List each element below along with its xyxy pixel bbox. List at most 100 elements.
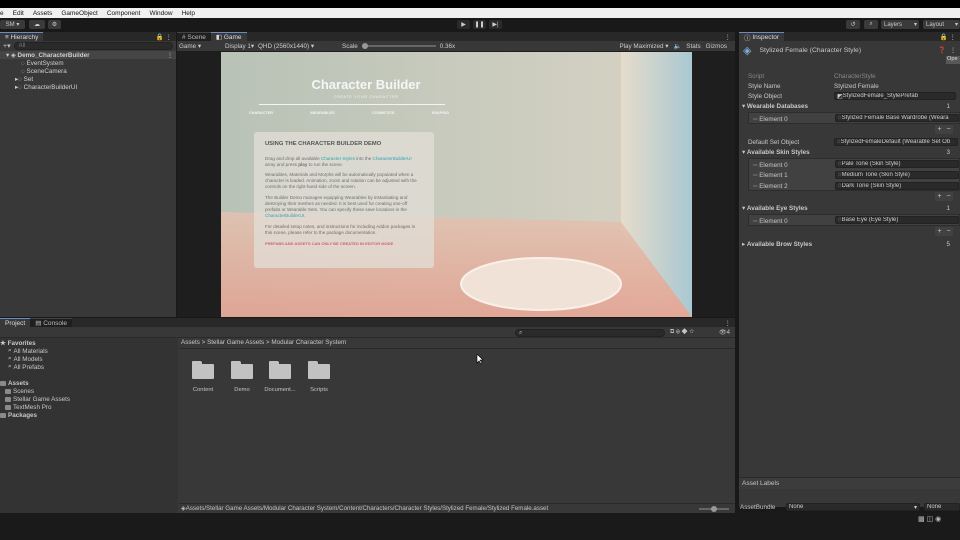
asset-bundle-variant-dropdown[interactable]: None	[924, 503, 960, 511]
wearable-db-element-field[interactable]: ◌ Stylized Female Base Wardrobe (Weara	[835, 114, 959, 122]
hierarchy-item-characterbuilderui[interactable]: ▸◌ CharacterBuilderUI	[0, 83, 176, 91]
assets-item[interactable]: Stellar Game Assets	[5, 395, 70, 403]
account-dropdown[interactable]: SM ▾	[0, 20, 25, 29]
wearable-db-row[interactable]: ▾ Wearable Databases 1	[739, 101, 960, 111]
settings-icon[interactable]: ⋮	[950, 47, 956, 54]
menu-edit[interactable]: Edit	[13, 10, 24, 17]
style-object-field[interactable]: ◩ StylizedFemale_StylePrefab	[834, 92, 956, 100]
add-element-button[interactable]: +	[937, 193, 941, 200]
tab-scene[interactable]: # Scene	[177, 32, 211, 41]
skin-styles-row[interactable]: ▾ Available Skin Styles 3	[739, 147, 960, 157]
brow-styles-count[interactable]: 5	[946, 241, 950, 248]
breadcrumb-item[interactable]: Assets	[181, 339, 200, 346]
game-mode-dropdown[interactable]: Game ▾	[177, 43, 223, 50]
favorite-item[interactable]: ⌕ All Prefabs	[8, 363, 44, 371]
favorite-item[interactable]: ⌕ All Models	[8, 355, 43, 363]
favorite-item[interactable]: ⌕ All Materials	[8, 347, 48, 355]
gizmos-button[interactable]: Gizmos	[706, 43, 727, 50]
skin-element-field[interactable]: ◌ Medium Tone (Skin Style)	[835, 171, 959, 179]
stats-button[interactable]: Stats	[686, 43, 700, 50]
eye-styles-row[interactable]: ▾ Available Eye Styles 1	[739, 203, 960, 213]
default-set-field[interactable]: ◌ StylizedFemaleDefault (Wearable Set Ob	[834, 138, 958, 146]
step-button[interactable]: ▶|	[489, 20, 502, 29]
pause-button[interactable]: ❚❚	[473, 20, 486, 29]
nav-character[interactable]: CHARACTER	[249, 111, 273, 115]
remove-element-button[interactable]: −	[946, 126, 950, 133]
panel-menu-icon[interactable]: 🔒 ⋮	[156, 33, 176, 41]
play-maximized-dropdown[interactable]: Play Maximized ▾	[619, 43, 668, 50]
wearable-db-count[interactable]: 1	[946, 103, 950, 110]
menu-file[interactable]: e	[0, 10, 4, 17]
add-icon[interactable]: +▾	[3, 42, 11, 50]
skin-element-field[interactable]: ◌ Dark Tone (Skin Style)	[835, 182, 959, 190]
add-element-button[interactable]: +	[937, 228, 941, 235]
menu-gameobject[interactable]: GameObject	[61, 10, 98, 17]
scale-slider[interactable]	[361, 43, 436, 49]
assets-item[interactable]: TextMesh Pro	[5, 403, 52, 411]
packages-header[interactable]: Packages	[0, 411, 37, 419]
open-button[interactable]: Ope	[946, 56, 960, 64]
tab-project[interactable]: Project	[0, 318, 31, 327]
nav-wearables[interactable]: WEARABLES	[310, 111, 334, 115]
tab-hierarchy[interactable]: ≡ Hierarchy	[0, 32, 44, 41]
folder-documentation[interactable]	[269, 361, 291, 379]
panel-menu-icon[interactable]: ⋮	[725, 319, 736, 327]
icon-size-slider[interactable]	[699, 506, 729, 512]
breadcrumb-item[interactable]: Modular Character System	[271, 339, 346, 346]
layers-dropdown[interactable]: Layers ▾	[881, 20, 919, 29]
search-button[interactable]: ⌕	[864, 20, 878, 29]
panel-menu-icon[interactable]: 🔒 ⋮	[940, 33, 960, 41]
project-search-input[interactable]: ⌕	[515, 329, 665, 337]
history-button[interactable]: ↺	[846, 20, 860, 29]
tab-game[interactable]: ◧ Game	[210, 32, 247, 41]
menu-help[interactable]: Help	[182, 10, 195, 17]
tab-inspector[interactable]: ⓘ Inspector	[739, 32, 785, 42]
hierarchy-item-scene[interactable]: ▾ ◈ Demo_CharacterBuilder ⋮	[0, 51, 176, 59]
skin-element-field[interactable]: ◌ Pale Tone (Skin Style)	[835, 160, 959, 168]
folder-content[interactable]	[192, 361, 214, 379]
debug-icon[interactable]: ◉	[935, 516, 941, 523]
tab-console[interactable]: ▤ Console	[30, 318, 73, 327]
hierarchy-item-scenecamera[interactable]: ◌ SceneCamera	[0, 67, 176, 75]
filter-icons[interactable]: ⧉ ⊕ ◆ ☆	[670, 329, 694, 336]
nav-cosmetics[interactable]: COSMETICS	[372, 111, 395, 115]
folder-demo[interactable]	[231, 361, 253, 379]
remove-element-button[interactable]: −	[946, 228, 950, 235]
menu-assets[interactable]: Assets	[33, 10, 53, 17]
assets-header[interactable]: Assets	[0, 379, 29, 387]
add-element-button[interactable]: +	[937, 126, 941, 133]
panel-menu-icon[interactable]: ⋮	[725, 33, 736, 41]
cache-icon[interactable]: ◫	[927, 516, 934, 523]
style-name-value[interactable]: Stylized Female	[834, 83, 879, 90]
display-dropdown[interactable]: Display 1▾	[225, 43, 255, 50]
menu-component[interactable]: Component	[107, 10, 141, 17]
progress-icon[interactable]: ▩	[918, 516, 925, 523]
scene-menu-icon[interactable]: ⋮	[167, 52, 176, 59]
remove-element-button[interactable]: −	[946, 193, 950, 200]
layout-dropdown[interactable]: Layout ▾	[923, 20, 960, 29]
mute-icon[interactable]: 🔈	[673, 42, 681, 50]
scale-slider-handle[interactable]	[361, 43, 368, 49]
assets-item[interactable]: Scenes	[5, 387, 34, 395]
icon-size-slider-handle[interactable]	[711, 506, 717, 512]
favorites-header[interactable]: ★ Favorites	[0, 339, 36, 347]
asset-bundle-dropdown[interactable]: None ▾	[786, 503, 920, 511]
play-button[interactable]: ▶	[457, 20, 470, 29]
brow-styles-row[interactable]: ▸ Available Brow Styles 5	[739, 239, 960, 249]
hierarchy-item-eventsystem[interactable]: ◌ EventSystem	[0, 59, 176, 67]
folder-scripts[interactable]	[308, 361, 330, 379]
eye-styles-count[interactable]: 1	[946, 205, 950, 212]
hierarchy-item-set[interactable]: ▸◌ Set	[0, 75, 176, 83]
eye-element-field[interactable]: ◌ Base Eye (Eye Style)	[835, 216, 959, 224]
cloud-button[interactable]: ☁	[29, 20, 45, 29]
nav-shaping[interactable]: SHAPING	[432, 111, 449, 115]
hidden-packages-count[interactable]: 👁4	[719, 329, 730, 336]
help-icon[interactable]: ❓	[938, 46, 946, 54]
hierarchy-search-input[interactable]: All	[13, 42, 173, 50]
game-viewport[interactable]: Character Builder CREATE YOUR CHARACTER …	[221, 52, 692, 317]
resolution-dropdown[interactable]: QHD (2560x1440) ▾	[258, 43, 342, 50]
breadcrumb-item[interactable]: Stellar Game Assets	[207, 339, 264, 346]
skin-styles-count[interactable]: 3	[946, 149, 950, 156]
menu-window[interactable]: Window	[149, 10, 172, 17]
collab-button[interactable]: ⚙	[48, 20, 61, 29]
